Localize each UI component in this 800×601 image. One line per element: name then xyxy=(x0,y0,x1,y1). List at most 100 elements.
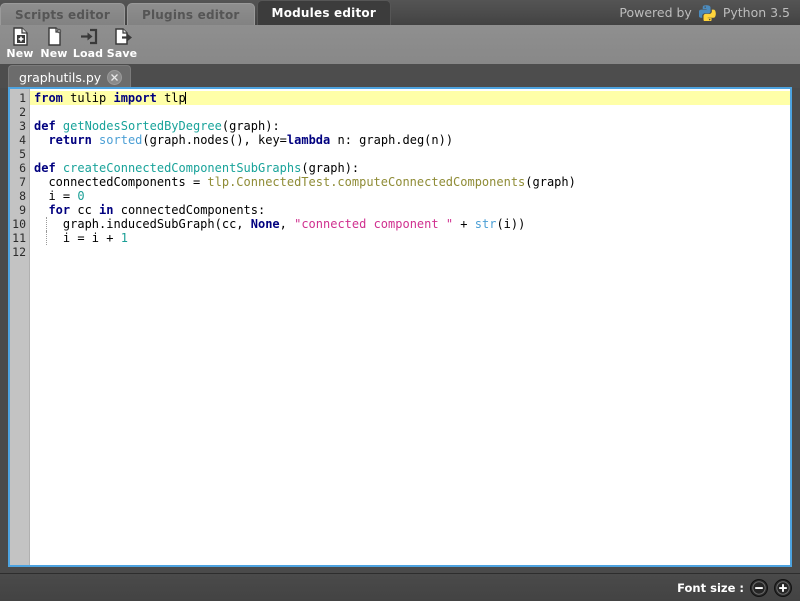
code-token: (i)) xyxy=(496,217,525,231)
code-token xyxy=(56,161,63,175)
font-size-decrease-button[interactable] xyxy=(750,579,768,597)
code-line[interactable]: graph.inducedSubGraph(cc, None, "connect… xyxy=(30,217,790,231)
line-number: 12 xyxy=(10,245,29,259)
code-token: (graph.nodes(), key= xyxy=(142,133,287,147)
file-tab-graphutils[interactable]: graphutils.py xyxy=(8,65,131,88)
save-button[interactable]: Save xyxy=(105,25,139,64)
code-token: return xyxy=(48,133,91,147)
code-token xyxy=(56,119,63,133)
line-number: 1 xyxy=(10,91,29,105)
line-number: 2 xyxy=(10,105,29,119)
tab-modules-editor[interactable]: Modules editor xyxy=(257,0,391,25)
line-number: 7 xyxy=(10,175,29,189)
code-line[interactable]: for cc in connectedComponents: xyxy=(30,203,790,217)
new-document-icon xyxy=(46,27,63,46)
load-button[interactable]: Load xyxy=(71,25,105,64)
close-x-glyph xyxy=(110,73,119,82)
code-token: 0 xyxy=(77,189,84,203)
text-caret xyxy=(185,92,186,104)
code-token xyxy=(34,203,48,217)
code-token: + xyxy=(453,217,475,231)
toolbar-button-label: New xyxy=(40,47,67,60)
code-token: def xyxy=(34,119,56,133)
toolbar-button-label: New xyxy=(6,47,33,60)
code-line[interactable]: def getNodesSortedByDegree(graph): xyxy=(30,119,790,133)
tab-label: Scripts editor xyxy=(15,8,110,22)
new-file-button[interactable]: New xyxy=(37,25,71,64)
powered-by-block: Powered by Python 3.5 xyxy=(619,4,800,25)
code-token: tlp.ConnectedTest.computeConnectedCompon… xyxy=(207,175,525,189)
code-line[interactable] xyxy=(30,105,790,119)
close-icon[interactable] xyxy=(107,70,122,85)
python-logo-icon xyxy=(699,4,716,21)
new-document-plus-icon xyxy=(12,27,29,46)
line-number: 6 xyxy=(10,161,29,175)
code-token: (graph): xyxy=(301,161,359,175)
code-token: None xyxy=(251,217,280,231)
code-token: import xyxy=(113,91,156,105)
file-tab-bar: graphutils.py xyxy=(0,64,800,88)
font-size-increase-button[interactable] xyxy=(774,579,792,597)
code-token: , xyxy=(280,217,294,231)
code-token: (graph) xyxy=(525,175,576,189)
code-token: 1 xyxy=(121,231,128,245)
python-version-label: Python 3.5 xyxy=(723,5,790,20)
editor-toolbar: New New Load Save xyxy=(0,25,800,64)
code-editor[interactable]: 123456789101112 from tulip import tlp de… xyxy=(10,89,790,565)
code-line[interactable]: return sorted(graph.nodes(), key=lambda … xyxy=(30,133,790,147)
code-token: connectedComponents: xyxy=(114,203,266,217)
code-token: getNodesSortedByDegree xyxy=(63,119,222,133)
code-token: connectedComponents = xyxy=(34,175,207,189)
file-tab-label: graphutils.py xyxy=(19,70,101,85)
code-line[interactable] xyxy=(30,147,790,161)
indent-guide xyxy=(46,217,47,231)
code-line[interactable]: def createConnectedComponentSubGraphs(gr… xyxy=(30,161,790,175)
code-token: i = xyxy=(34,189,77,203)
font-size-label: Font size : xyxy=(677,581,744,595)
load-arrow-in-icon xyxy=(79,27,98,46)
line-number: 4 xyxy=(10,133,29,147)
code-line[interactable] xyxy=(30,245,790,259)
code-text-area[interactable]: from tulip import tlp def getNodesSorted… xyxy=(30,89,790,565)
code-token: n: graph.deg(n)) xyxy=(330,133,453,147)
code-token xyxy=(34,133,48,147)
status-bar: Font size : xyxy=(0,573,800,601)
line-number: 8 xyxy=(10,189,29,203)
code-token: sorted xyxy=(99,133,142,147)
code-token: i = i + xyxy=(34,231,121,245)
powered-by-label: Powered by xyxy=(619,5,691,20)
code-token: in xyxy=(99,203,113,217)
minus-circle-icon xyxy=(752,581,766,595)
code-editor-panel[interactable]: 123456789101112 from tulip import tlp de… xyxy=(8,87,792,567)
code-line[interactable]: from tulip import tlp xyxy=(30,91,790,105)
code-line[interactable]: connectedComponents = tlp.ConnectedTest.… xyxy=(30,175,790,189)
line-number: 5 xyxy=(10,147,29,161)
tab-plugins-editor[interactable]: Plugins editor xyxy=(127,3,255,25)
code-token: for xyxy=(48,203,70,217)
main-tab-strip: Scripts editor Plugins editor Modules ed… xyxy=(0,0,800,25)
plus-circle-icon xyxy=(776,581,790,595)
code-token: "connected component " xyxy=(294,217,453,231)
code-token: def xyxy=(34,161,56,175)
toolbar-button-label: Load xyxy=(73,47,103,60)
line-number-gutter: 123456789101112 xyxy=(10,89,30,565)
tab-label: Modules editor xyxy=(272,6,376,20)
code-token: graph.inducedSubGraph(cc, xyxy=(34,217,251,231)
code-line[interactable]: i = i + 1 xyxy=(30,231,790,245)
new-module-button[interactable]: New xyxy=(3,25,37,64)
code-token: (graph): xyxy=(222,119,280,133)
tab-scripts-editor[interactable]: Scripts editor xyxy=(0,3,125,25)
code-token: lambda xyxy=(287,133,330,147)
code-line[interactable]: i = 0 xyxy=(30,189,790,203)
code-token: createConnectedComponentSubGraphs xyxy=(63,161,301,175)
code-token: tulip xyxy=(63,91,114,105)
line-number: 3 xyxy=(10,119,29,133)
code-token: str xyxy=(475,217,497,231)
save-arrow-out-icon xyxy=(113,27,132,46)
tab-label: Plugins editor xyxy=(142,8,240,22)
line-number: 9 xyxy=(10,203,29,217)
code-token: from xyxy=(34,91,63,105)
line-number: 11 xyxy=(10,231,29,245)
toolbar-button-label: Save xyxy=(107,47,137,60)
line-number: 10 xyxy=(10,217,29,231)
